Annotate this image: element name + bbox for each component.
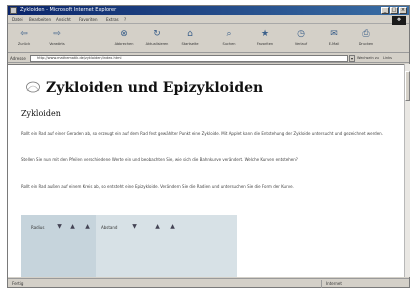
cycloid-logo-icon [26, 81, 40, 93]
windows-logo-icon: ❖ [392, 16, 406, 25]
refresh-icon: ↻ [153, 29, 161, 39]
menu-item-view[interactable]: Ansicht [56, 17, 71, 22]
print-button[interactable]: ⎙ Drucken [353, 27, 379, 51]
stop-icon: ⊗ [120, 29, 128, 39]
distance-label: Abstand [101, 225, 118, 230]
toolbar: ⇦ Zurück ⇨ Vorwärts ⊗ Abbrechen ↻ Aktual… [8, 25, 409, 53]
browser-window: Zykloiden - Microsoft Internet Explorer … [7, 5, 410, 288]
forward-label: Vorwärts [49, 42, 65, 46]
vertical-scrollbar[interactable] [404, 64, 410, 277]
forward-arrow-icon: ⇨ [53, 29, 61, 39]
status-text: Fertig [12, 281, 24, 286]
radius-down-button[interactable]: ▼ [56, 222, 63, 231]
distance-step-button[interactable]: ▲ [169, 222, 176, 231]
address-bar: Adresse http://www.mathematik.de/zykloid… [8, 54, 409, 63]
radius-label: Radius [31, 225, 45, 230]
refresh-label: Aktualisieren [145, 42, 169, 46]
menu-item-favorites[interactable]: Favoriten [79, 17, 98, 22]
section-heading: Zykloiden [21, 109, 61, 118]
print-icon: ⎙ [362, 29, 370, 39]
radius-step-button[interactable]: ▲ [84, 222, 91, 231]
app-icon [10, 7, 17, 14]
scrollbar-thumb[interactable] [405, 71, 410, 101]
back-arrow-icon: ⇦ [20, 29, 28, 39]
favorites-button[interactable]: ★ Favoriten [252, 27, 278, 51]
back-button[interactable]: ⇦ Zurück [11, 27, 37, 51]
distance-up-button[interactable]: ▲ [154, 222, 161, 231]
go-button[interactable]: Wechseln zu [357, 55, 379, 62]
search-label: Suchen [222, 42, 236, 46]
stop-button[interactable]: ⊗ Abbrechen [111, 27, 137, 51]
home-icon: ⌂ [187, 29, 193, 39]
history-button[interactable]: ◷ Verlauf [288, 27, 314, 51]
forward-button[interactable]: ⇨ Vorwärts [44, 27, 70, 51]
page-title: Zykloiden und Epizykloiden [46, 80, 264, 96]
paragraph-1: Rollt ein Rad auf einer Geraden ab, so e… [21, 131, 383, 136]
home-label: Startseite [181, 42, 199, 46]
search-icon: ⌕ [226, 29, 232, 39]
print-label: Drucken [358, 42, 374, 46]
menu-item-help[interactable]: ? [124, 17, 126, 22]
menu-item-file[interactable]: Datei [12, 17, 23, 22]
favorites-icon: ★ [260, 29, 270, 39]
mail-label: E-Mail [328, 42, 340, 46]
status-bar: Fertig Internet [8, 278, 409, 288]
window-title: Zykloiden - Microsoft Internet Explorer [20, 7, 117, 13]
mail-icon: ✉ [330, 29, 338, 39]
menu-bar: Datei Bearbeiten Ansicht Favoriten Extra… [8, 16, 409, 24]
close-button[interactable]: × [399, 7, 407, 14]
paragraph-2: Stellen Sie nun mit den Pfeilen verschie… [21, 157, 298, 162]
history-label: Verlauf [294, 42, 308, 46]
menu-item-edit[interactable]: Bearbeiten [29, 17, 51, 22]
distance-down-button[interactable]: ▼ [131, 222, 138, 231]
favorites-label: Favoriten [256, 42, 274, 46]
radius-up-button[interactable]: ▲ [69, 222, 76, 231]
search-button[interactable]: ⌕ Suchen [216, 27, 242, 51]
security-zone: Internet [321, 280, 407, 288]
mail-button[interactable]: ✉ E-Mail [321, 27, 347, 51]
address-input[interactable]: http://www.mathematik.de/zykloiden/index… [30, 55, 348, 62]
home-button[interactable]: ⌂ Startseite [177, 27, 203, 51]
address-dropdown-icon[interactable]: ▾ [349, 55, 355, 62]
minimize-button[interactable]: _ [381, 7, 389, 14]
paragraph-3: Rollt ein Rad außen auf einem Kreis ab, … [21, 184, 294, 189]
java-applet[interactable]: Radius ▼ ▲ ▲ Abstand ▼ ▲ ▲ [21, 215, 237, 277]
maximize-button[interactable]: □ [390, 7, 398, 14]
links-button[interactable]: Links [383, 55, 405, 62]
address-label: Adresse [10, 56, 26, 61]
title-bar: Zykloiden - Microsoft Internet Explorer … [8, 6, 409, 15]
refresh-button[interactable]: ↻ Aktualisieren [144, 27, 170, 51]
stop-label: Abbrechen [114, 42, 134, 46]
page-content: Zykloiden und Epizykloiden Zykloiden Rol… [8, 64, 404, 277]
history-icon: ◷ [297, 29, 305, 39]
menu-item-tools[interactable]: Extras [106, 17, 119, 22]
back-label: Zurück [17, 42, 31, 46]
